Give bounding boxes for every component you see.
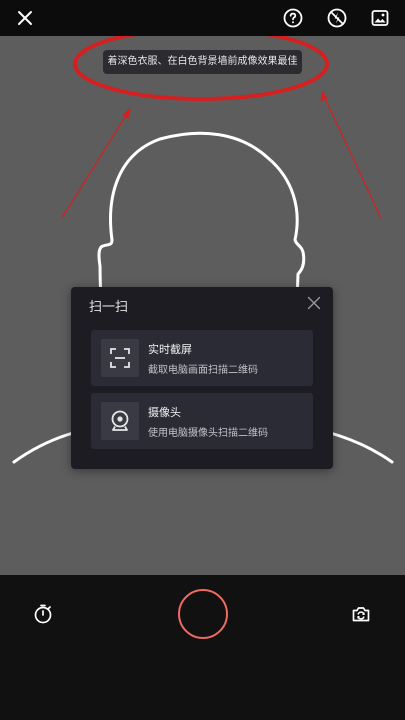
tip-banner: 着深色衣服、在白色背景墙前成像效果最佳 — [103, 50, 302, 74]
webcam-option-title: 摄像头 — [148, 406, 181, 419]
gallery-icon[interactable] — [368, 6, 392, 30]
dialog-title: 扫一扫 — [89, 300, 129, 315]
flip-camera-icon[interactable] — [349, 602, 373, 626]
annotation-arrow-left — [61, 108, 131, 219]
help-icon[interactable] — [281, 6, 305, 30]
camera-preview: 着深色衣服、在白色背景墙前成像效果最佳 扫一扫 实时截屏 截取电脑画面扫描二维码 — [0, 36, 405, 575]
webcam-icon — [101, 402, 139, 440]
annotation-arrow-right — [321, 91, 382, 219]
close-icon[interactable] — [13, 6, 37, 30]
webcam-option[interactable]: 摄像头 使用电脑摄像头扫描二维码 — [91, 393, 313, 449]
dialog-close-icon[interactable] — [307, 296, 321, 310]
screenshot-option-subtitle: 截取电脑画面扫描二维码 — [148, 365, 258, 376]
screenshot-option[interactable]: 实时截屏 截取电脑画面扫描二维码 — [91, 330, 313, 386]
webcam-option-subtitle: 使用电脑摄像头扫描二维码 — [148, 428, 268, 439]
shutter-button[interactable] — [178, 589, 228, 639]
timer-icon[interactable] — [31, 602, 55, 626]
screenshot-option-title: 实时截屏 — [148, 343, 192, 356]
bottom-bar — [0, 575, 405, 720]
screenshot-icon — [101, 339, 139, 377]
flash-off-icon[interactable] — [325, 6, 349, 30]
scan-dialog: 扫一扫 实时截屏 截取电脑画面扫描二维码 摄像头 使用电脑摄像头扫描二维码 — [71, 287, 333, 469]
top-bar — [0, 0, 405, 36]
